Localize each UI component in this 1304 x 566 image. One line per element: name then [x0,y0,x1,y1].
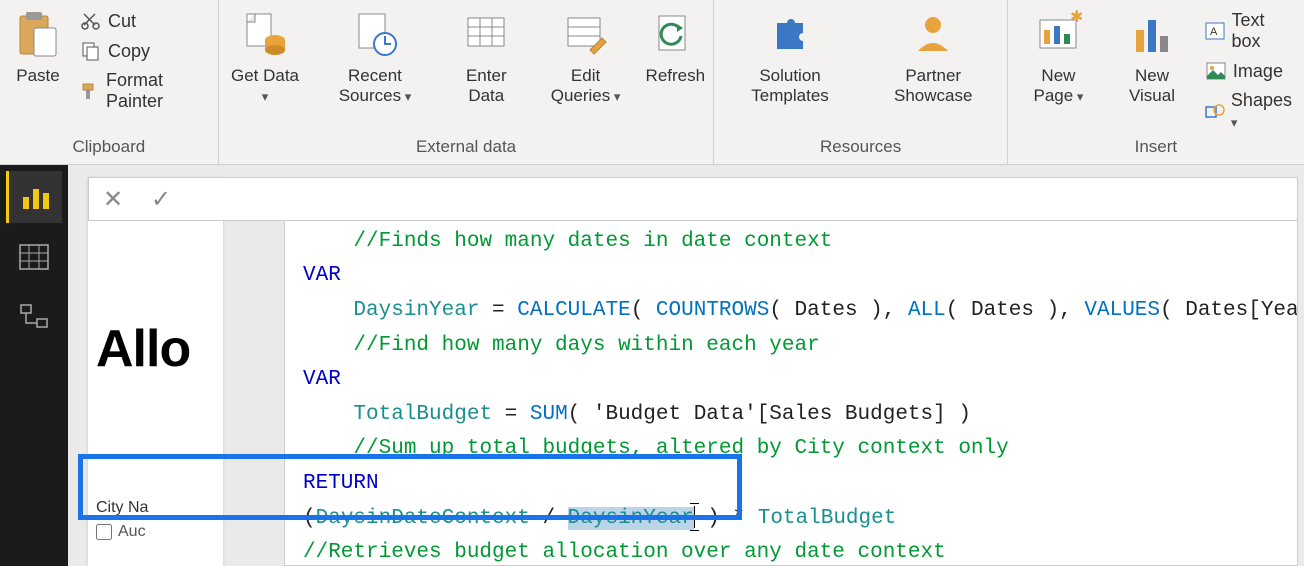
get-data-icon [237,6,293,62]
report-canvas: Allo City Na Auc [88,177,223,566]
shapes-icon [1205,100,1225,122]
text-box-label: Text box [1231,10,1294,52]
enter-data-button[interactable]: Enter Data [445,4,528,107]
scissors-icon [80,10,102,32]
slicer-checkbox[interactable] [96,524,112,540]
new-visual-label: New Visual [1115,66,1189,105]
recent-sources-icon [347,6,403,62]
ribbon-group-clipboard: Paste Cut Copy Format Painter Clipboard [0,0,219,164]
image-label: Image [1233,61,1283,82]
report-view-button[interactable] [6,171,62,223]
text-box-button[interactable]: A Text box [1201,8,1298,54]
solution-templates-label: Solution Templates [726,66,853,105]
text-box-icon: A [1205,20,1226,42]
copy-label: Copy [108,41,150,62]
insert-group-label: Insert [1014,134,1298,162]
svg-text:✱: ✱ [1070,10,1082,26]
recent-sources-label: Recent Sources [317,66,432,105]
view-rail [0,165,68,566]
ribbon-group-insert: ✱ New Page New Visual A Text box Image S [1008,0,1304,164]
formula-editor[interactable]: DaysinDateContext = COUNTROWS( Dates ) /… [284,177,1298,566]
model-view-button[interactable] [6,291,62,343]
refresh-button[interactable]: Refresh [643,4,707,88]
commit-formula-button[interactable]: ✓ [137,178,185,220]
solution-templates-button[interactable]: Solution Templates [720,4,859,107]
ribbon-group-external-data: Get Data Recent Sources Enter Data Edit … [219,0,715,164]
clipboard-group-label: Clipboard [6,134,212,162]
data-view-button[interactable] [6,231,62,283]
recent-sources-button[interactable]: Recent Sources [311,4,438,107]
new-page-button[interactable]: ✱ New Page [1014,4,1103,107]
bar-chart-icon [21,183,51,211]
enter-data-icon [458,6,514,62]
resources-group-label: Resources [720,134,1000,162]
formula-bar-controls: ✕ ✓ [88,177,1298,221]
cut-label: Cut [108,11,136,32]
edit-queries-label: Edit Queries [540,66,631,105]
get-data-label: Get Data [231,66,300,105]
format-painter-button[interactable]: Format Painter [76,68,212,114]
copy-button[interactable]: Copy [76,38,212,64]
slicer-checkbox-label: Auc [118,523,146,541]
format-painter-label: Format Painter [106,70,208,112]
shapes-button[interactable]: Shapes [1201,88,1298,134]
main-area: ✕ ✓ Allo City Na Auc DaysinDateContext =… [68,165,1304,566]
ribbon: Paste Cut Copy Format Painter Clipboard [0,0,1304,165]
cancel-formula-button[interactable]: ✕ [89,178,137,220]
get-data-button[interactable]: Get Data [225,4,306,107]
puzzle-icon [762,6,818,62]
edit-queries-icon [558,6,614,62]
table-icon [19,244,49,270]
report-title: Allo [96,319,215,379]
refresh-label: Refresh [646,66,706,86]
field-label: City Na [96,499,215,517]
new-visual-icon [1124,6,1180,62]
external-data-group-label: External data [225,134,708,162]
image-button[interactable]: Image [1201,58,1298,84]
svg-text:A: A [1210,26,1218,38]
workspace: ✕ ✓ Allo City Na Auc DaysinDateContext =… [0,165,1304,566]
edit-queries-button[interactable]: Edit Queries [534,4,637,107]
slicer-checkbox-row[interactable]: Auc [96,523,215,541]
paste-button[interactable]: Paste [6,4,70,88]
relationship-icon [19,303,49,331]
partner-showcase-button[interactable]: Partner Showcase [866,4,1001,107]
refresh-icon [647,6,703,62]
copy-icon [80,40,102,62]
ribbon-group-resources: Solution Templates Partner Showcase Reso… [714,0,1007,164]
new-page-icon: ✱ [1030,6,1086,62]
partner-showcase-label: Partner Showcase [872,66,995,105]
cut-button[interactable]: Cut [76,8,212,34]
paste-label: Paste [16,66,59,86]
new-visual-button[interactable]: New Visual [1109,4,1195,107]
format-painter-icon [80,80,100,102]
new-page-label: New Page [1020,66,1097,105]
shapes-label: Shapes [1231,90,1294,132]
image-icon [1205,60,1227,82]
enter-data-label: Enter Data [451,66,522,105]
person-icon [905,6,961,62]
paste-icon [10,6,66,62]
